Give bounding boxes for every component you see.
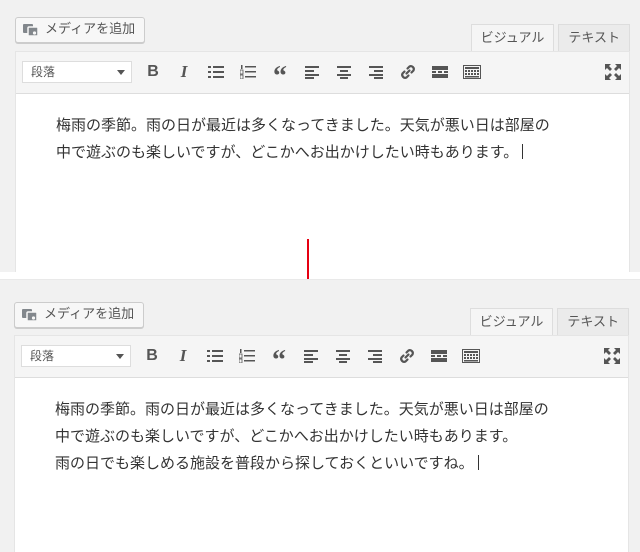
align-right-button[interactable]: [362, 60, 390, 84]
align-left-button[interactable]: [298, 60, 326, 84]
text-cursor: [477, 455, 479, 470]
insert-more-button[interactable]: [425, 344, 453, 368]
toolbar-toggle-button[interactable]: [457, 344, 485, 368]
align-center-icon: [336, 349, 350, 363]
align-right-button[interactable]: [361, 344, 389, 368]
tab-visual[interactable]: ビジュアル: [469, 308, 554, 335]
content-line: 中で遊ぶのも楽しいですが、どこかへお出かけしたい時もあります。: [55, 427, 518, 445]
bulleted-list-button[interactable]: [201, 344, 229, 368]
add-media-button[interactable]: メディアを追加: [15, 17, 146, 43]
align-left-button[interactable]: [297, 344, 325, 368]
add-media-label: メディアを追加: [45, 22, 136, 37]
editor-panel-after: メディアを追加 ビジュアル テキスト 段落 B I “ 梅雨の季節。雨の日が最近…: [0, 279, 640, 552]
editor-content[interactable]: 梅雨の季節。雨の日が最近は多くなってきました。天気が悪い日は部屋の 中で遊ぶのも…: [16, 94, 629, 166]
editor-tabs: ビジュアル テキスト: [467, 24, 630, 51]
tab-visual[interactable]: ビジュアル: [470, 24, 555, 51]
content-line: 梅雨の季節。雨の日が最近は多くなってきました。天気が悪い日は部屋の: [55, 400, 549, 418]
bold-button[interactable]: B: [138, 344, 166, 368]
add-media-button[interactable]: メディアを追加: [14, 302, 145, 328]
align-right-icon: [369, 65, 383, 79]
add-media-label: メディアを追加: [44, 307, 135, 322]
tab-text[interactable]: テキスト: [557, 308, 629, 335]
media-icon: [21, 306, 39, 324]
bulleted-list-button[interactable]: [202, 60, 230, 84]
read-more-icon: [432, 65, 448, 79]
editor-area: 段落 B I “ 梅雨の季節。雨の日が最近は多くなってきました。天気が悪い日は部…: [15, 51, 630, 272]
align-left-icon: [304, 349, 318, 363]
link-icon: [398, 347, 416, 365]
link-icon: [399, 63, 417, 81]
fullscreen-icon: [604, 348, 620, 364]
chevron-down-icon: [116, 354, 124, 359]
insert-link-button[interactable]: [393, 344, 421, 368]
editor-content[interactable]: 梅雨の季節。雨の日が最近は多くなってきました。天気が悪い日は部屋の 中で遊ぶのも…: [15, 378, 628, 477]
italic-button[interactable]: I: [169, 344, 197, 368]
insert-link-button[interactable]: [394, 60, 422, 84]
bold-button[interactable]: B: [139, 60, 167, 84]
chevron-down-icon: [117, 70, 125, 75]
italic-button[interactable]: I: [170, 60, 198, 84]
align-center-icon: [337, 65, 351, 79]
fullscreen-button[interactable]: [599, 60, 627, 84]
insert-more-button[interactable]: [426, 60, 454, 84]
content-line: 中で遊ぶのも楽しいですが、どこかへお出かけしたい時もあります。: [56, 139, 589, 166]
bulleted-list-icon: [208, 65, 224, 79]
numbered-list-icon: [239, 349, 255, 363]
blockquote-button[interactable]: “: [265, 344, 293, 375]
align-center-button[interactable]: [329, 344, 357, 368]
editor-toolbar: 段落 B I “: [16, 52, 629, 94]
toolbar-toggle-button[interactable]: [458, 60, 486, 84]
fullscreen-icon: [605, 64, 621, 80]
keyboard-icon: [463, 65, 481, 79]
align-right-icon: [368, 349, 382, 363]
editor-toolbar: 段落 B I “: [15, 336, 628, 378]
format-select[interactable]: 段落: [22, 61, 132, 83]
content-line: 梅雨の季節。雨の日が最近は多くなってきました。天気が悪い日は部屋の: [56, 116, 550, 134]
numbered-list-button[interactable]: [233, 344, 261, 368]
fullscreen-button[interactable]: [598, 344, 626, 368]
numbered-list-icon: [240, 65, 256, 79]
bulleted-list-icon: [207, 349, 223, 363]
format-select[interactable]: 段落: [21, 345, 131, 367]
read-more-icon: [431, 349, 447, 363]
text-cursor: [522, 144, 524, 159]
align-center-button[interactable]: [330, 60, 358, 84]
keyboard-icon: [462, 349, 480, 363]
blockquote-button[interactable]: “: [266, 60, 294, 91]
align-left-icon: [305, 65, 319, 79]
media-icon: [22, 21, 40, 39]
numbered-list-button[interactable]: [234, 60, 262, 84]
tab-text[interactable]: テキスト: [558, 24, 630, 51]
content-line: 雨の日でも楽しめる施設を普段から探しておくといいですね。: [55, 450, 588, 477]
editor-panel-before: メディアを追加 ビジュアル テキスト 段落 B I “ 梅雨の季節。雨の日が最近…: [0, 0, 640, 272]
format-select-value: 段落: [30, 349, 55, 363]
editor-area: 段落 B I “ 梅雨の季節。雨の日が最近は多くなってきました。天気が悪い日は部…: [14, 335, 629, 552]
format-select-value: 段落: [31, 65, 56, 79]
editor-tabs: ビジュアル テキスト: [466, 308, 629, 335]
